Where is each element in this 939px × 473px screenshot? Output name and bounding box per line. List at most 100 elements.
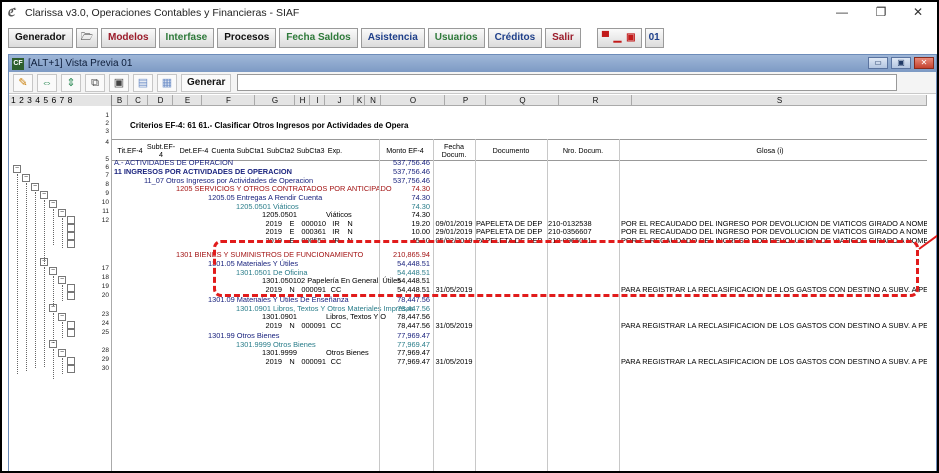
preview-minimize-button[interactable]: ▭ — [868, 57, 888, 69]
column-header-d[interactable]: D — [149, 95, 173, 106]
leaf-node-icon[interactable] — [67, 232, 75, 240]
asistencia-button[interactable]: Asistencia — [360, 28, 425, 48]
row-number[interactable]: 29 — [79, 356, 112, 363]
leaf-node-icon[interactable] — [67, 284, 75, 292]
column-header-g[interactable]: G — [256, 95, 295, 106]
column-header-f[interactable]: F — [203, 95, 255, 106]
column-header-i[interactable]: I — [311, 95, 325, 106]
leaf-node-icon[interactable] — [67, 240, 75, 248]
window-layout-icons[interactable]: ▀ ▁ ▣ — [596, 28, 642, 48]
collapse-toggle-icon[interactable]: − — [58, 349, 66, 357]
row-number[interactable]: 20 — [79, 292, 112, 299]
transaction-row[interactable]: 2019 N 000091 CC 31/05/2019 PARA REGISTRAR LA… — [112, 357, 927, 366]
row-number[interactable]: 7 — [79, 172, 112, 179]
column-header-c[interactable]: C — [129, 95, 148, 106]
outline-line — [53, 209, 54, 245]
row-number[interactable]: 30 — [79, 365, 112, 372]
collapse-toggle-icon[interactable]: − — [58, 276, 66, 284]
account-row[interactable]: A.- ACTIVIDADES DE OPERACION 537,756.46 — [112, 158, 927, 167]
save-icon[interactable]: ▣ — [109, 73, 129, 92]
leaf-node-icon[interactable] — [67, 321, 75, 329]
row-number[interactable]: 11 — [79, 208, 112, 215]
window-number-button[interactable]: 01 — [644, 28, 664, 48]
account-row[interactable]: 1205 SERVICIOS Y OTROS CONTRATADOS POR A… — [112, 184, 927, 193]
collapse-toggle-icon[interactable]: − — [13, 165, 21, 173]
collapse-toggle-icon[interactable]: − — [58, 313, 66, 321]
usuarios-button[interactable]: Usuarios — [427, 28, 485, 48]
fecha-saldos-button[interactable]: Fecha Saldos — [279, 28, 358, 48]
row-number[interactable]: 1 — [79, 112, 112, 119]
account-row[interactable]: 11 INGRESOS POR ACTIVIDADES DE OPERACION… — [112, 167, 927, 176]
row-number[interactable]: 17 — [79, 265, 112, 272]
leaf-node-icon[interactable] — [67, 224, 75, 232]
preview-maximize-button[interactable]: ▣ — [891, 57, 911, 69]
collapse-toggle-icon[interactable]: − — [49, 200, 57, 208]
formula-input[interactable] — [237, 74, 898, 91]
collapse-toggle-icon[interactable]: − — [58, 209, 66, 217]
swap-horizontal-icon[interactable]: ⇔ — [37, 73, 57, 92]
row-number[interactable]: 9 — [79, 190, 112, 197]
account-row[interactable]: 1301.0901Libros, Textos Y Otros Mater78,… — [112, 312, 927, 321]
procesos-button[interactable]: Procesos — [217, 28, 277, 48]
leaf-node-icon[interactable] — [67, 292, 75, 300]
row-number[interactable]: 18 — [79, 274, 112, 281]
generar-button[interactable]: Generar — [181, 73, 232, 92]
collapse-toggle-icon[interactable]: − — [49, 267, 57, 275]
leaf-node-icon[interactable] — [67, 329, 75, 337]
collapse-toggle-icon[interactable]: − — [40, 191, 48, 199]
date-cell: 31/05/2019 — [435, 357, 473, 366]
account-row[interactable]: 1205.0501 Viáticos 74.30 — [112, 210, 927, 219]
account-row[interactable]: 1301.99 Otros Bienes 77,969.47 — [112, 331, 927, 340]
column-header-k[interactable]: K — [355, 95, 365, 106]
row-number[interactable]: 19 — [79, 283, 112, 290]
row-number[interactable]: 5 — [79, 156, 112, 163]
row-number[interactable]: 28 — [79, 347, 112, 354]
column-header-n[interactable]: N — [366, 95, 381, 106]
export-icon[interactable]: ▤ — [133, 73, 153, 92]
column-header-s[interactable]: S — [633, 95, 927, 106]
row-number[interactable]: 6 — [79, 164, 112, 171]
restore-button[interactable]: ❐ — [864, 2, 898, 24]
type-cell: N — [289, 321, 295, 330]
row-number[interactable]: 10 — [79, 199, 112, 206]
close-button[interactable]: ✕ — [901, 2, 935, 24]
transaction-row[interactable]: 2019 E 000361 IR N 29/01/2019 PAPELETA DE DEP 2… — [112, 227, 927, 236]
row-number[interactable]: 8 — [79, 181, 112, 188]
leaf-node-icon[interactable] — [67, 216, 75, 224]
column-header-p[interactable]: P — [446, 95, 486, 106]
swap-vertical-icon[interactable]: ⇕ — [61, 73, 81, 92]
preview-close-button[interactable]: ✕ — [914, 57, 934, 69]
column-header-h[interactable]: H — [296, 95, 310, 106]
copy-icon[interactable]: ⧉ — [85, 73, 105, 92]
outline-levels[interactable]: 1 2 3 4 5 6 7 8 — [9, 95, 112, 106]
transaction-row[interactable]: 2019 N 000091 CC 31/05/2019 PARA REGISTRAR LA… — [112, 321, 927, 330]
account-row[interactable]: 1205.05 Entregas A Rendir Cuenta 74.30 — [112, 193, 927, 202]
leaf-node-icon[interactable] — [67, 357, 75, 365]
row-number[interactable]: 23 — [79, 311, 112, 318]
row-number[interactable]: 12 — [79, 217, 112, 224]
row-number[interactable]: 25 — [79, 329, 112, 336]
column-header-j[interactable]: J — [326, 95, 354, 106]
table-icon[interactable]: ▦ — [157, 73, 177, 92]
row-number[interactable]: 2 — [79, 120, 112, 127]
column-header-b[interactable]: B — [112, 95, 128, 106]
modelos-button[interactable]: Modelos — [100, 28, 156, 48]
salir-button[interactable]: Salir — [545, 28, 581, 48]
column-header-o[interactable]: O — [382, 95, 445, 106]
open-folder-icon[interactable]: 🗁 — [75, 28, 98, 48]
row-number[interactable]: 4 — [79, 139, 112, 146]
column-header-r[interactable]: R — [560, 95, 632, 106]
pencil-icon[interactable]: ✎ — [13, 73, 33, 92]
column-header-e[interactable]: E — [174, 95, 202, 106]
creditos-button[interactable]: Créditos — [487, 28, 543, 48]
generador-button[interactable]: Generador — [8, 28, 73, 48]
leaf-node-icon[interactable] — [67, 365, 75, 373]
column-header-q[interactable]: Q — [487, 95, 559, 106]
interfase-button[interactable]: Interfase — [158, 28, 215, 48]
row-number[interactable]: 3 — [79, 128, 112, 135]
row-number[interactable]: 24 — [79, 320, 112, 327]
collapse-toggle-icon[interactable]: − — [22, 174, 30, 182]
minimize-button[interactable]: — — [825, 2, 859, 24]
account-row[interactable]: 1301.9999 Otros Bienes 77,969.47 — [112, 348, 927, 357]
collapse-toggle-icon[interactable]: − — [31, 183, 39, 191]
